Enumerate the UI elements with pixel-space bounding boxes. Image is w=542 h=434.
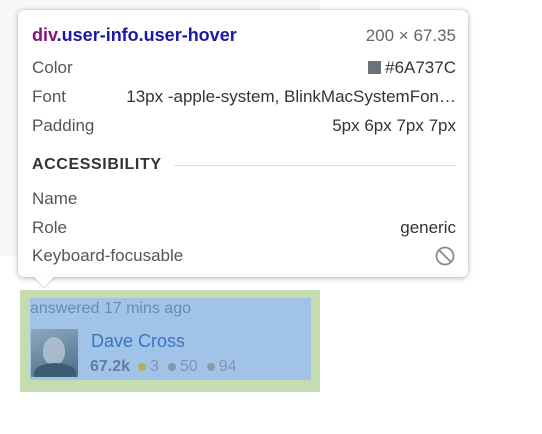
reputation-score: 67.2k — [90, 358, 131, 375]
color-swatch — [368, 61, 382, 74]
role-label: Role — [32, 218, 67, 237]
element-dimensions: 200 × 67.35 — [365, 25, 456, 45]
color-value: #6A737C — [385, 58, 456, 77]
user-name-link[interactable]: Dave Cross — [91, 331, 185, 352]
avatar-face — [43, 337, 65, 365]
silver-badge: 50 — [167, 358, 198, 376]
tooltip-arrow — [33, 276, 55, 287]
silver-badge-icon — [167, 363, 176, 371]
section-divider — [173, 164, 456, 166]
selector-classes: .user-info.user-hover — [56, 25, 237, 45]
bronze-badge: 94 — [206, 358, 237, 376]
font-value: 13px -apple-system, BlinkMacSystemFon… — [126, 87, 456, 106]
answered-time: answered 17 mins ago — [30, 300, 191, 317]
font-label: Font — [32, 87, 67, 106]
padding-label: Padding — [32, 116, 95, 135]
role-row: Role generic — [32, 218, 456, 238]
devtools-inspect-overlay: answered 17 mins ago Dave Cross 67.2k 3 … — [0, 0, 542, 434]
name-label: Name — [32, 189, 78, 208]
tooltip-header: div.user-info.user-hover 200 × 67.35 — [32, 25, 456, 46]
gold-badge: 3 — [138, 358, 159, 376]
padding-row: Padding 5px 6px 7px 7px — [32, 116, 456, 136]
not-allowed-icon — [434, 245, 456, 267]
role-value: generic — [400, 218, 456, 237]
bronze-badge-count: 94 — [218, 358, 237, 375]
accessibility-heading: ACCESSIBILITY — [32, 156, 456, 174]
gold-badge-count: 3 — [150, 358, 159, 375]
silver-badge-count: 50 — [179, 358, 198, 375]
bronze-badge-icon — [206, 363, 215, 371]
user-stats: 67.2k 3 50 94 — [90, 357, 246, 377]
inspect-tooltip: div.user-info.user-hover 200 × 67.35 Col… — [18, 10, 468, 277]
accessibility-heading-text: ACCESSIBILITY — [32, 156, 162, 173]
name-row: Name — [32, 189, 456, 209]
color-label: Color — [32, 58, 73, 77]
gold-badge-icon — [138, 363, 147, 371]
avatar-shoulders — [34, 363, 76, 377]
padding-value: 5px 6px 7px 7px — [332, 116, 456, 135]
focusable-row: Keyboard-focusable — [32, 245, 456, 267]
element-selector: div.user-info.user-hover — [32, 25, 237, 46]
color-value-wrap: #6A737C — [368, 58, 456, 78]
selector-tag: div — [32, 25, 57, 45]
focusable-label: Keyboard-focusable — [32, 246, 184, 265]
color-row: Color #6A737C — [32, 58, 456, 78]
user-avatar[interactable] — [31, 329, 78, 377]
font-row: Font 13px -apple-system, BlinkMacSystemF… — [32, 87, 456, 107]
